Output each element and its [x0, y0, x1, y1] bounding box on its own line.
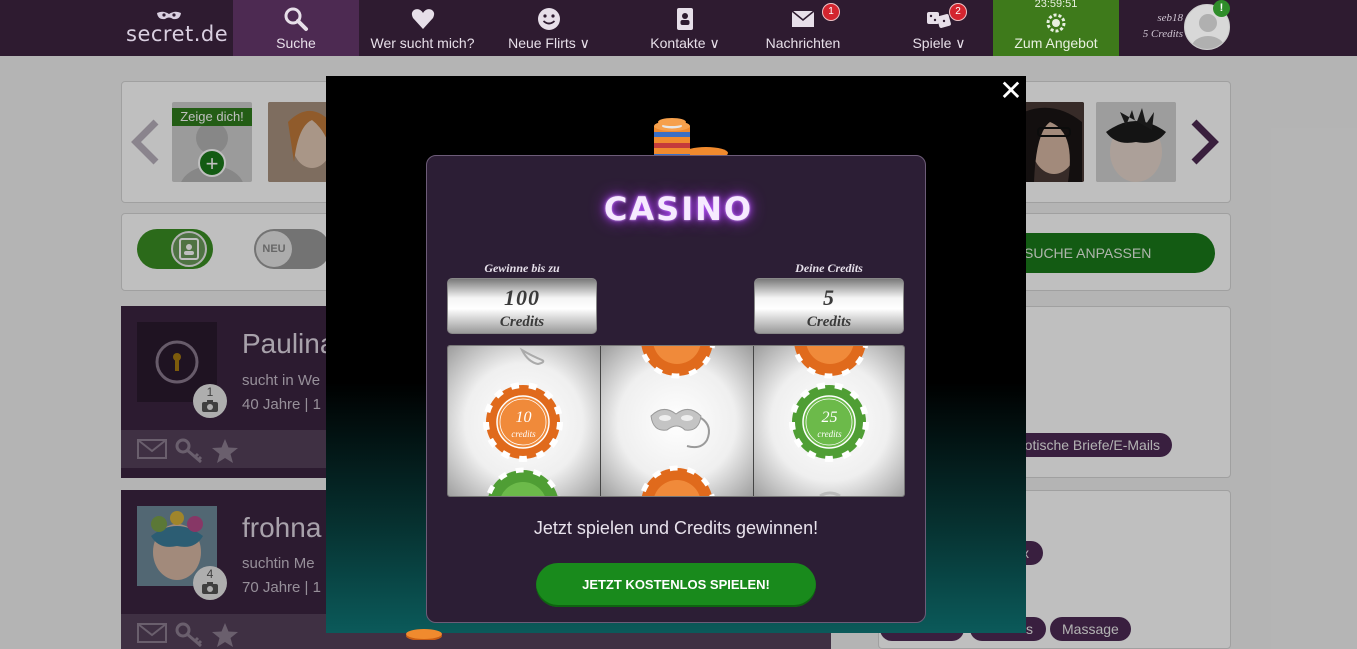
- user-name: seb18: [1157, 12, 1183, 24]
- chevron-left-icon[interactable]: [130, 118, 160, 166]
- reel-symbols: [638, 346, 716, 496]
- your-credits-value: 5: [823, 285, 835, 310]
- nav-suche[interactable]: Suche: [233, 0, 359, 56]
- nav-label-text: Kontakte: [650, 35, 706, 51]
- chevron-right-icon[interactable]: [1190, 118, 1220, 166]
- mask-symbol-icon: [650, 409, 710, 449]
- nav-nachrichten[interactable]: Nachrichten 1: [757, 0, 849, 56]
- photo-count-badge[interactable]: 1: [193, 384, 227, 418]
- camera-icon: [202, 582, 218, 594]
- max-win-value: 100: [504, 285, 540, 310]
- nav-label: Wer sucht mich?: [370, 35, 475, 51]
- nav-label: Nachrichten: [765, 35, 841, 51]
- profile-searching: suchtin Me: [242, 555, 315, 572]
- photo-count: 4: [206, 567, 214, 581]
- chevron-down-icon: ∨: [955, 35, 966, 51]
- chip-orange-partial-icon: [791, 346, 869, 379]
- alert-badge: !: [1213, 0, 1230, 17]
- nav-label: Spiele ∨: [896, 35, 982, 52]
- new-toggle[interactable]: NEU: [254, 229, 330, 269]
- chip-label: credits: [817, 429, 842, 439]
- neu-label: NEU: [256, 231, 292, 267]
- envelope-icon: [791, 10, 815, 27]
- profile-photo: [1096, 102, 1176, 182]
- heart-icon: [411, 9, 434, 29]
- interest-tag[interactable]: rotische Briefe/E-Mails: [1008, 433, 1173, 457]
- casino-title: CASINO: [603, 190, 754, 228]
- profile-name[interactable]: Paulina: [242, 328, 335, 360]
- chip-green-partial-icon: [485, 467, 561, 496]
- chip-orange-partial-icon: [639, 465, 715, 496]
- toggle-knob: [171, 231, 207, 267]
- nav-label: Suche: [276, 35, 316, 51]
- chip-value: 25: [821, 409, 838, 426]
- logo[interactable]: secret.de: [126, 8, 228, 48]
- notification-badge: 2: [949, 3, 967, 21]
- add-photo-icon[interactable]: +: [198, 149, 226, 177]
- gallery-thumb[interactable]: [1096, 102, 1176, 182]
- offer-button[interactable]: 23:59:51 Zum Angebot: [993, 0, 1119, 56]
- camera-icon: [202, 400, 218, 412]
- nav-label-text: Neue Flirts: [508, 35, 576, 51]
- star-icon[interactable]: [211, 438, 238, 463]
- photo-count-badge[interactable]: 4: [193, 566, 227, 600]
- profile-age: 70 Jahre | 1: [242, 579, 321, 596]
- nav-neue-flirts[interactable]: Neue Flirts ∨: [493, 0, 605, 56]
- chip-orange-partial-icon: [638, 346, 716, 379]
- show-yourself-label[interactable]: Zeige dich!: [172, 108, 252, 126]
- your-credits-label: Deine Credits: [795, 261, 863, 275]
- profile-name[interactable]: frohna: [242, 512, 321, 544]
- slot-reel: [601, 346, 753, 496]
- top-navigation: secret.de Suche Wer sucht mich? Neue Fli…: [0, 0, 1357, 56]
- photo-count: 1: [206, 385, 214, 399]
- close-icon[interactable]: ✕: [998, 77, 1024, 105]
- gear-icon: [1046, 13, 1066, 33]
- user-credits: 5 Credits: [1142, 28, 1183, 40]
- max-win-label: Gewinne bis zu: [484, 261, 560, 275]
- nav-label: Neue Flirts ∨: [493, 35, 605, 52]
- chip-label: credits: [511, 429, 536, 439]
- contact-card-icon: [179, 238, 199, 260]
- message-icon[interactable]: [137, 438, 167, 460]
- chevron-down-icon: ∨: [579, 35, 590, 51]
- mask-logo-icon: [157, 11, 181, 20]
- interest-tag[interactable]: Massage: [1050, 617, 1131, 641]
- key-icon[interactable]: [175, 438, 203, 464]
- nav-spiele[interactable]: Spiele ∨ 2: [896, 0, 982, 56]
- message-icon[interactable]: [137, 622, 167, 644]
- nav-label-text: Spiele: [912, 35, 952, 51]
- offer-timer: 23:59:51: [1034, 0, 1078, 10]
- offer-label: Zum Angebot: [1014, 35, 1098, 51]
- nav-kontakte[interactable]: Kontakte ∨: [630, 0, 740, 56]
- smiley-icon: [538, 8, 560, 30]
- photo-toggle[interactable]: [137, 229, 213, 269]
- contacts-book-icon: [677, 8, 693, 30]
- chip-value: 10: [515, 409, 532, 426]
- chip-icon: [406, 629, 442, 640]
- max-win-display: 100 Credits: [447, 278, 597, 334]
- star-icon[interactable]: [211, 622, 238, 647]
- play-free-button[interactable]: JETZT KOSTENLOS SPIELEN!: [536, 563, 816, 607]
- adjust-search-button[interactable]: SUCHE ANPASSEN: [1000, 233, 1215, 273]
- slot-reels[interactable]: 10 credits 25 credits: [447, 345, 905, 497]
- profile-searching: sucht in We: [242, 372, 321, 389]
- notification-badge: 1: [822, 3, 840, 21]
- promo-text: Jetzt spielen und Credits gewinnen!: [533, 518, 819, 538]
- profile-age: 40 Jahre | 1: [242, 396, 321, 413]
- nav-label: Kontakte ∨: [630, 35, 740, 52]
- your-credits-unit: Credits: [806, 314, 852, 330]
- nav-wer-sucht-mich[interactable]: Wer sucht mich?: [359, 0, 486, 56]
- your-credits-display: 5 Credits: [754, 278, 904, 334]
- search-icon: [284, 7, 308, 31]
- logo-text: secret.de: [126, 22, 229, 46]
- key-icon[interactable]: [175, 622, 203, 648]
- user-menu[interactable]: seb18 5 Credits !: [1127, 0, 1237, 56]
- max-win-unit: Credits: [499, 314, 545, 330]
- chevron-down-icon: ∨: [709, 35, 720, 51]
